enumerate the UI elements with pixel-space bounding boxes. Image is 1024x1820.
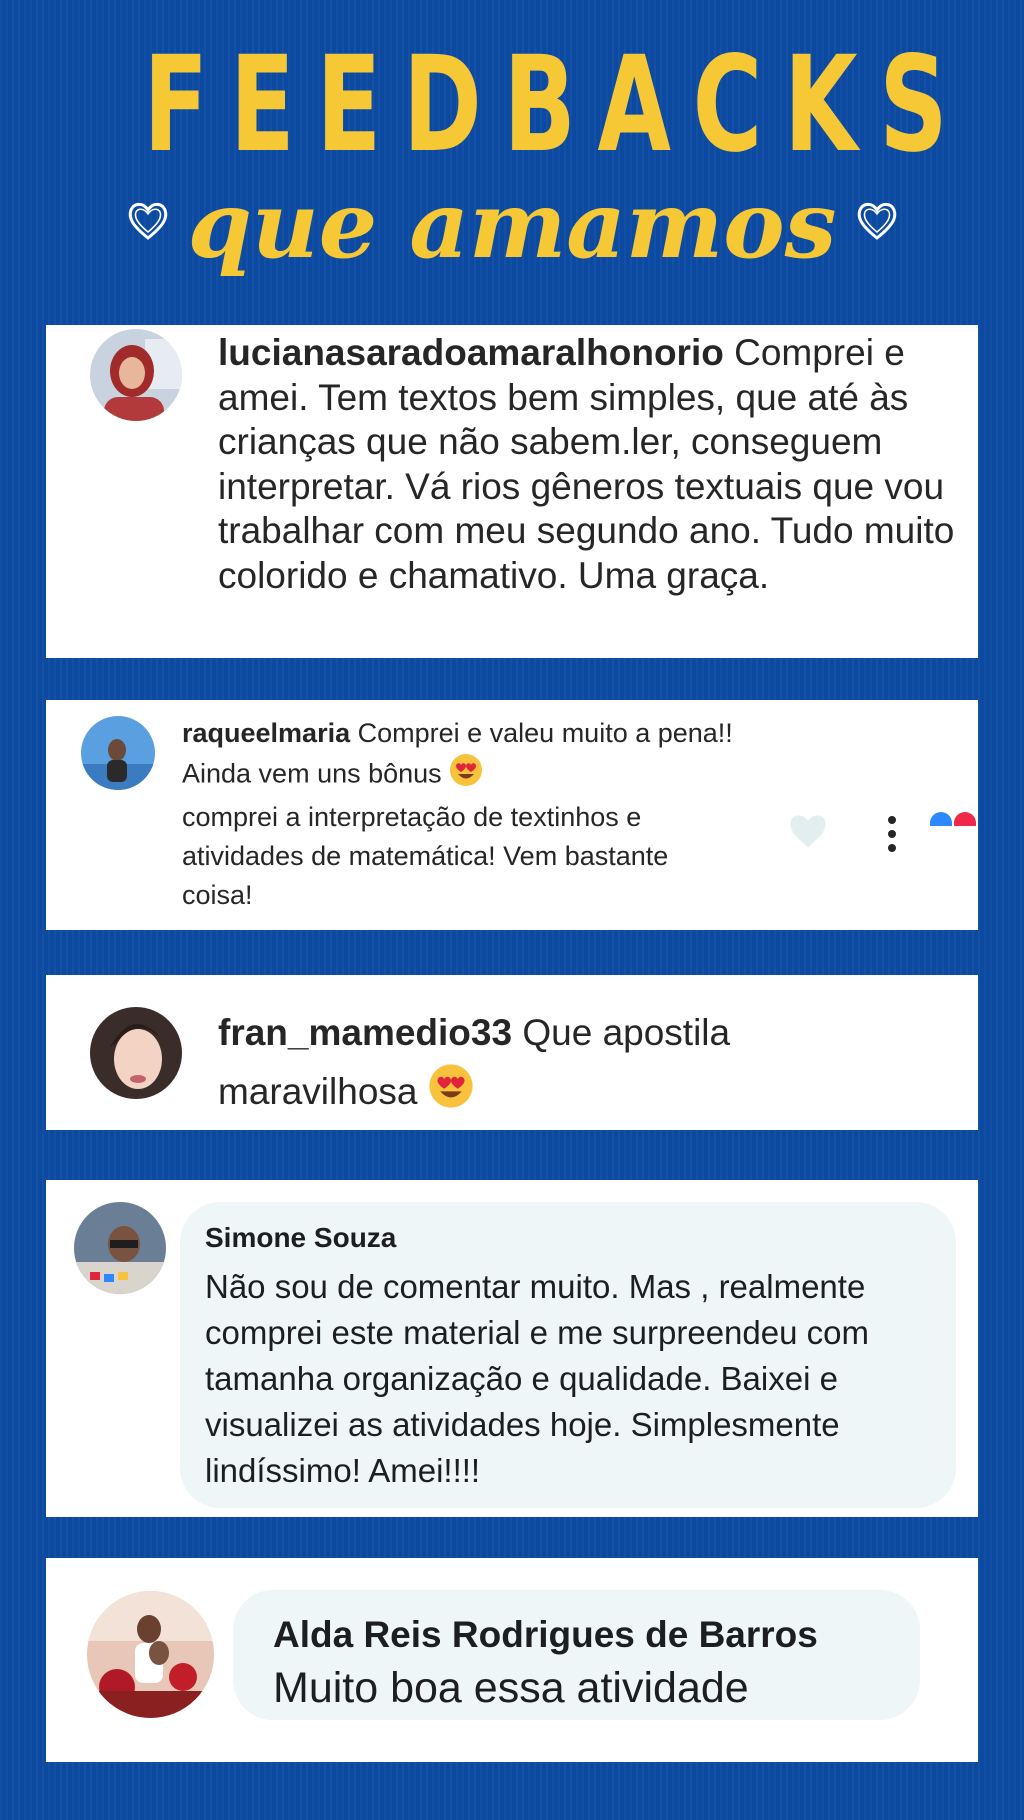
heart-outline-icon: [852, 196, 902, 246]
more-options-icon[interactable]: [884, 812, 900, 856]
comment-body: Muito boa essa atividade: [273, 1664, 749, 1712]
comment-body: Não sou de comentar muito. Mas , realmen…: [205, 1268, 869, 1489]
comment-body-continued: comprei a interpretação de textinhos e a…: [182, 802, 669, 910]
avatar[interactable]: [74, 1202, 166, 1294]
comment-text: raqueelmaria Comprei e valeu muito a pen…: [182, 714, 742, 915]
comment-card: Alda Reis Rodrigues de Barros Muito boa …: [46, 1558, 978, 1762]
like-heart-icon[interactable]: [786, 810, 830, 850]
username[interactable]: Alda Reis Rodrigues de Barros: [273, 1614, 818, 1656]
comment-text: fran_mamedio33 Que apostila maravilhosa: [218, 1003, 918, 1126]
comment-card: Simone Souza Não sou de comentar muito. …: [46, 1180, 978, 1517]
username[interactable]: raqueelmaria: [182, 718, 350, 748]
avatar[interactable]: [87, 1591, 214, 1718]
comment-bubble: Alda Reis Rodrigues de Barros Muito boa …: [233, 1590, 920, 1720]
avatar[interactable]: [90, 1007, 182, 1099]
avatar[interactable]: [90, 329, 182, 421]
page-title: FEEDBACKS: [143, 28, 970, 182]
comment-bubble: Simone Souza Não sou de comentar muito. …: [180, 1202, 956, 1508]
username[interactable]: lucianasaradoamaralhonorio: [218, 332, 724, 373]
header: FEEDBACKS que amamos: [0, 0, 1024, 310]
username[interactable]: fran_mamedio33: [218, 1012, 512, 1053]
heart-eyes-emoji-icon: [449, 753, 483, 798]
comment-card: raqueelmaria Comprei e valeu muito a pen…: [46, 700, 978, 930]
comment-card: fran_mamedio33 Que apostila maravilhosa: [46, 975, 978, 1130]
comment-text: lucianasaradoamaralhonorio Comprei e ame…: [218, 331, 958, 598]
heart-eyes-emoji-icon: [428, 1063, 474, 1126]
comment-card: lucianasaradoamaralhonorio Comprei e ame…: [46, 325, 978, 658]
avatar[interactable]: [81, 716, 155, 790]
username[interactable]: Simone Souza: [205, 1222, 396, 1254]
